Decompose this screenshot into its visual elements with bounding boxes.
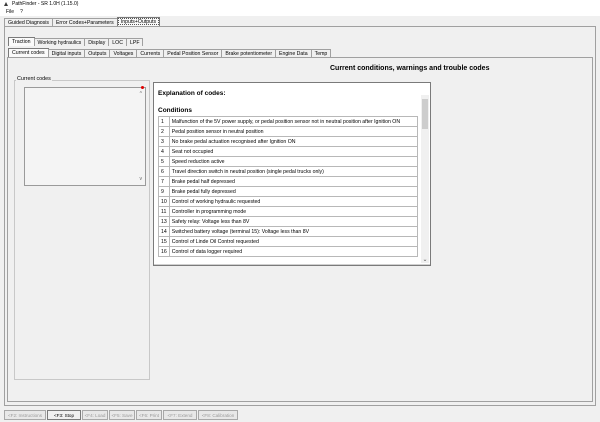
condition-text: Speed reduction active (168, 156, 419, 167)
condition-number: 1 (158, 116, 170, 127)
condition-number: 10 (158, 196, 170, 207)
tab-working-hydraulics[interactable]: Working hydraulics (33, 38, 86, 46)
conditions-table: 1 Malfunction of the 5V power supply, or … (158, 116, 419, 257)
fkey-button[interactable]: <F6: Print (136, 410, 162, 420)
menu-help[interactable]: ? (20, 9, 23, 15)
category-tab-row: Traction Working hydraulics Display LOC … (8, 37, 144, 46)
main-tab-row: Guided Diagnosis Error Codes+Parameters … (4, 17, 161, 26)
fkey-button[interactable]: <F4: Load (82, 410, 108, 420)
tab-engine-data[interactable]: Engine Data (275, 49, 312, 57)
fkey-button[interactable]: <F2: Instructions (4, 410, 46, 420)
condition-number: 9 (158, 186, 170, 197)
fkey-button[interactable]: <F5: Save (109, 410, 135, 420)
tab-temp[interactable]: Temp (310, 49, 332, 57)
page-heading: Current conditions, warnings and trouble… (330, 65, 490, 72)
condition-text: Brake pedal half depressed (168, 176, 419, 187)
tab-guided-diagnosis[interactable]: Guided Diagnosis (4, 18, 53, 26)
table-row: 7 Brake pedal half depressed (158, 176, 419, 187)
scrollbar-thumb[interactable] (422, 99, 428, 129)
condition-number: 2 (158, 126, 170, 137)
table-row: 4 Seat not occupied (158, 146, 419, 157)
table-row: 13 Safety relay: Voltage less than 8V (158, 216, 419, 227)
table-row: 10 Control of working hydraulic requested (158, 196, 419, 207)
sub-tab-row: Current codes Digital inputs Outputs Vol… (8, 48, 332, 57)
tab-outputs[interactable]: Outputs (84, 49, 111, 57)
current-codes-list[interactable]: ^ v (24, 87, 146, 186)
condition-number: 16 (158, 246, 170, 257)
tab-inputs-outputs[interactable]: Inputs+Outputs (116, 17, 161, 26)
condition-number: 3 (158, 136, 170, 147)
tab-currents[interactable]: Currents (136, 49, 165, 57)
app-icon (4, 2, 8, 6)
condition-text: Control of Linde Oil Control requested (168, 236, 419, 247)
fkey-button[interactable]: <F7: Extend (163, 410, 197, 420)
tab-digital-inputs[interactable]: Digital inputs (47, 49, 86, 57)
table-row: 9 Brake pedal fully depressed (158, 186, 419, 197)
condition-number: 4 (158, 146, 170, 157)
table-row: 16 Control of data logger required (158, 246, 419, 257)
status-indicator-dot (141, 86, 144, 89)
current-codes-label: Current codes (16, 76, 52, 82)
table-row: 15 Control of Linde Oil Control requested (158, 236, 419, 247)
tab-current-codes[interactable]: Current codes (8, 48, 49, 57)
table-row: 11 Controller in programming mode (158, 206, 419, 217)
table-row: 14 Switched battery voltage (terminal 15)… (158, 226, 419, 237)
explanation-title: Explanation of codes: (158, 90, 226, 97)
condition-number: 6 (158, 166, 170, 177)
condition-text: Travel direction switch in neutral posit… (168, 166, 419, 177)
table-row: 2 Pedal position sensor in neutral positi… (158, 126, 419, 137)
condition-number: 15 (158, 236, 170, 247)
explanation-panel[interactable]: Explanation of codes: Conditions 1 Malfun… (153, 82, 431, 266)
table-row: 5 Speed reduction active (158, 156, 419, 167)
condition-text: Control of working hydraulic requested (168, 196, 419, 207)
function-key-bar: <F2: Instructions <F3: Stop <F4: Load <F5: … (4, 410, 239, 420)
title-bar: PathFinder - SR 1.0H (1.15.0) (0, 0, 600, 8)
condition-number: 14 (158, 226, 170, 237)
condition-number: 7 (158, 176, 170, 187)
condition-number: 13 (158, 216, 170, 227)
condition-text: Pedal position sensor in neutral positio… (168, 126, 419, 137)
tab-voltages[interactable]: Voltages (109, 49, 138, 57)
fkey-button[interactable]: <F8: Calibration (198, 410, 238, 420)
tab-traction[interactable]: Traction (8, 37, 35, 46)
panel-bottom-edge (154, 264, 430, 265)
condition-text: Seat not occupied (168, 146, 419, 157)
scroll-down-arrow-icon[interactable]: ⌄ (421, 256, 429, 263)
condition-text: No brake pedal actuation recognised afte… (168, 136, 419, 147)
condition-text: Controller in programming mode (168, 206, 419, 217)
condition-number: 5 (158, 156, 170, 167)
tab-pedal-position-sensor[interactable]: Pedal Position Sensor (163, 49, 223, 57)
condition-text: Control of data logger required (168, 246, 419, 257)
table-row: 3 No brake pedal actuation recognised aft… (158, 136, 419, 147)
scroll-down-icon[interactable]: v (140, 176, 143, 182)
menu-bar: File ? (0, 8, 600, 16)
condition-text: Malfunction of the 5V power supply, or p… (168, 116, 419, 127)
condition-text: Switched battery voltage (terminal 15): … (168, 226, 419, 237)
condition-text: Safety relay: Voltage less than 8V (168, 216, 419, 227)
tab-display[interactable]: Display (84, 38, 110, 46)
menu-file[interactable]: File (6, 9, 14, 15)
tab-lpf[interactable]: LPF (125, 38, 144, 46)
condition-text: Brake pedal fully depressed (168, 186, 419, 197)
tab-brake-potentiometer[interactable]: Brake potentiometer (221, 49, 277, 57)
tab-error-codes-parameters[interactable]: Error Codes+Parameters (51, 18, 118, 26)
conditions-heading: Conditions (158, 107, 192, 114)
explanation-scrollbar[interactable]: ⌄ (421, 95, 429, 263)
tab-loc[interactable]: LOC (108, 38, 127, 46)
condition-number: 11 (158, 206, 170, 217)
table-row: 6 Travel direction switch in neutral posi… (158, 166, 419, 177)
window-title: PathFinder - SR 1.0H (1.15.0) (12, 1, 79, 7)
table-row: 1 Malfunction of the 5V power supply, or … (158, 116, 419, 127)
fkey-button[interactable]: <F3: Stop (47, 410, 81, 420)
scroll-up-icon[interactable]: ^ (140, 91, 142, 97)
